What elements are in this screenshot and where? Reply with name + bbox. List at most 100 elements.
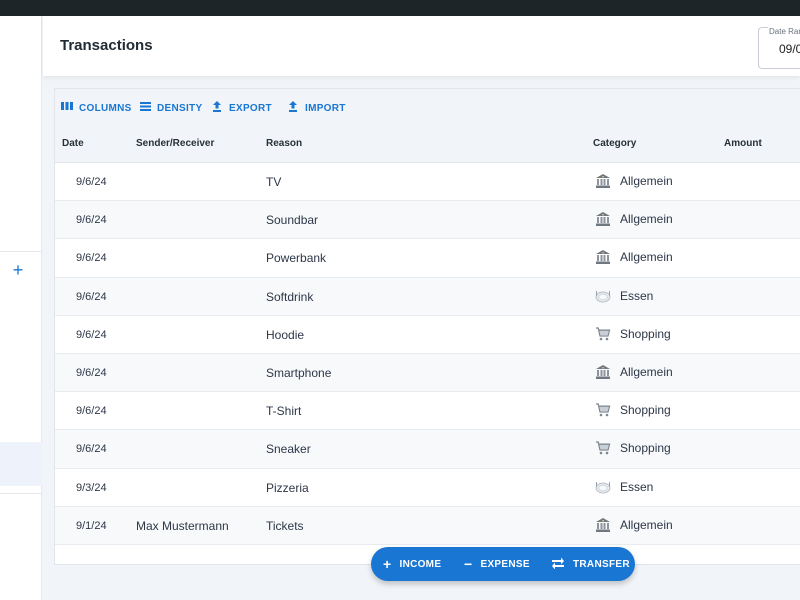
- reason-cell: Powerbank: [266, 251, 327, 266]
- import-icon: [286, 100, 300, 116]
- import-label: IMPORT: [305, 102, 346, 114]
- column-header-reason[interactable]: Reason: [266, 138, 302, 149]
- table-row[interactable]: 9/6/24 Hoodie Shopping: [55, 315, 800, 354]
- table-header: Date Sender/Receiver Reason Category Amo…: [55, 126, 800, 163]
- category-label: Essen: [620, 288, 654, 303]
- column-header-category[interactable]: Category: [593, 138, 636, 149]
- income-label: INCOME: [399, 558, 442, 570]
- table-row[interactable]: 9/6/24 Powerbank Allgemein: [55, 239, 800, 278]
- category-cell: Shopping: [595, 326, 671, 342]
- category-cell: Essen: [595, 479, 653, 495]
- column-header-sender[interactable]: Sender/Receiver: [136, 138, 214, 149]
- columns-icon: [60, 101, 74, 115]
- expense-label: EXPENSE: [480, 558, 530, 570]
- category-label: Allgemein: [620, 517, 673, 532]
- date-cell: 9/6/24: [76, 176, 107, 188]
- income-button[interactable]: + INCOME: [383, 547, 441, 581]
- category-cell: Allgemein: [595, 249, 673, 265]
- column-header-date[interactable]: Date: [62, 138, 84, 149]
- table-row[interactable]: 9/3/24 Pizzeria Essen: [55, 468, 800, 507]
- transactions-grid: COLUMNS DENSITY EXPORT IMPORT Date Sende…: [54, 88, 800, 565]
- date-range-label: Date Range: [768, 27, 800, 36]
- category-cell: Essen: [595, 288, 653, 304]
- category-cell: Allgemein: [595, 211, 673, 227]
- cart-icon: [595, 326, 611, 342]
- cart-icon: [595, 440, 611, 456]
- sidebar-divider: [0, 251, 42, 252]
- date-cell: 9/6/24: [76, 252, 107, 265]
- category-cell: Shopping: [595, 440, 671, 456]
- category-label: Shopping: [620, 403, 671, 418]
- date-cell: 9/6/24: [76, 328, 107, 341]
- category-label: Shopping: [620, 326, 671, 341]
- transfer-button[interactable]: TRANSFER: [551, 547, 630, 581]
- grid-toolbar: COLUMNS DENSITY EXPORT IMPORT: [55, 89, 800, 126]
- category-label: Allgemein: [620, 250, 673, 265]
- sidebar-divider: [0, 493, 42, 494]
- add-icon[interactable]: +: [8, 259, 28, 281]
- reason-cell: Sneaker: [266, 442, 311, 457]
- date-cell: 9/3/24: [76, 481, 107, 494]
- date-cell: 9/6/24: [76, 405, 107, 418]
- date-cell: 9/1/24: [76, 519, 107, 532]
- category-label: Allgemein: [620, 212, 673, 227]
- reason-cell: Soundbar: [266, 213, 319, 228]
- date-range-value: 09/0: [779, 42, 800, 56]
- reason-cell: Pizzeria: [266, 480, 309, 495]
- transfer-label: TRANSFER: [573, 558, 630, 570]
- export-icon: [210, 100, 224, 116]
- minus-icon: −: [464, 556, 473, 572]
- column-header-amount[interactable]: Amount: [724, 138, 762, 149]
- date-cell: 9/6/24: [76, 366, 107, 379]
- sidebar-item-selected[interactable]: [0, 442, 42, 486]
- import-button[interactable]: IMPORT: [286, 100, 346, 116]
- date-cell: 9/6/24: [76, 443, 107, 456]
- date-cell: 9/6/24: [76, 214, 107, 227]
- table-row[interactable]: 9/6/24 Soundbar Allgemein: [55, 201, 800, 240]
- columns-button[interactable]: COLUMNS: [60, 101, 132, 115]
- reason-cell: T-Shirt: [266, 404, 302, 419]
- table-row[interactable]: 9/6/24 Smartphone Allgemein: [55, 353, 800, 393]
- category-label: Allgemein: [620, 364, 673, 379]
- export-button[interactable]: EXPORT: [210, 100, 272, 116]
- category-label: Essen: [620, 479, 654, 494]
- bank-icon: [595, 517, 611, 533]
- cart-icon: [595, 402, 611, 418]
- table-row[interactable]: 9/1/24 Max Mustermann Tickets Allgemein: [55, 506, 800, 545]
- columns-label: COLUMNS: [79, 102, 132, 114]
- transaction-actions: + INCOME − EXPENSE TRANSFER: [371, 547, 635, 581]
- density-label: DENSITY: [157, 102, 203, 114]
- density-button[interactable]: DENSITY: [138, 101, 202, 115]
- category-cell: Allgemein: [595, 517, 673, 533]
- reason-cell: Softdrink: [266, 289, 314, 304]
- date-range-field[interactable]: Date Range 09/0: [758, 27, 800, 69]
- category-label: Shopping: [620, 441, 671, 456]
- table-row[interactable]: 9/6/24 Sneaker Shopping: [55, 430, 800, 469]
- table-row[interactable]: 9/6/24 T-Shirt Shopping: [55, 392, 800, 431]
- category-cell: Shopping: [595, 402, 671, 418]
- page-header: Transactions Date Range 09/0: [43, 16, 800, 76]
- bank-icon: [595, 211, 611, 227]
- sender-cell: Max Mustermann: [136, 518, 229, 533]
- transfer-icon: [551, 557, 565, 571]
- sidebar: +: [0, 16, 42, 600]
- export-label: EXPORT: [229, 102, 272, 114]
- density-icon: [138, 101, 152, 115]
- plate-icon: [595, 288, 611, 304]
- bank-icon: [595, 173, 611, 189]
- table-body: 9/6/24 TV Allgemein 9/6/24 Soundbar Allg…: [55, 163, 800, 545]
- reason-cell: Smartphone: [266, 365, 332, 380]
- bank-icon: [595, 249, 611, 265]
- plus-icon: +: [383, 556, 392, 572]
- reason-cell: Tickets: [266, 518, 304, 533]
- category-cell: Allgemein: [595, 173, 673, 189]
- table-row[interactable]: 9/6/24 Softdrink Essen: [55, 277, 800, 316]
- category-cell: Allgemein: [595, 364, 673, 380]
- page-title: Transactions: [60, 37, 153, 54]
- category-label: Allgemein: [620, 174, 673, 188]
- bank-icon: [595, 364, 611, 380]
- expense-button[interactable]: − EXPENSE: [464, 547, 530, 581]
- plate-icon: [595, 479, 611, 495]
- date-cell: 9/6/24: [76, 290, 107, 303]
- table-row[interactable]: 9/6/24 TV Allgemein: [55, 163, 800, 202]
